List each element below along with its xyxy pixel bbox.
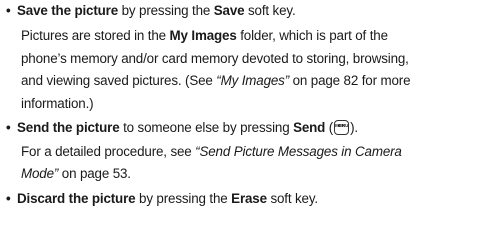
send-text-c: ). [350, 120, 358, 135]
save-text-a: by pressing the [118, 3, 214, 18]
save-detail-text: folder, which is part of the [236, 28, 388, 43]
my-images-folder-name: My Images [169, 28, 237, 43]
save-picture-lead: Save the picture [17, 3, 119, 18]
save-detail-text: on page 82 for more [289, 73, 411, 88]
discard-text-b: soft key. [266, 191, 318, 206]
save-detail-line-1: Pictures are stored in the My Images fol… [21, 28, 388, 44]
send-picture-messages-reference: “Send Picture Messages in Camera [195, 144, 402, 159]
send-detail-line-2: Mode” on page 53. [21, 166, 131, 182]
send-detail-text: For a detailed procedure, see [21, 144, 196, 159]
bullet-discard-picture: • Discard the picture by pressing the Era… [6, 191, 318, 207]
save-detail-text: Pictures are stored in the [21, 28, 170, 43]
save-text-b: soft key. [244, 3, 296, 18]
erase-key-label: Erase [231, 191, 267, 206]
send-picture-messages-reference-cont: Mode” [21, 166, 59, 181]
send-text-b: ( [325, 120, 334, 135]
bullet-mark: • [6, 191, 11, 206]
bullet-mark: • [6, 120, 11, 135]
discard-picture-lead: Discard the picture [17, 191, 136, 206]
send-picture-lead: Send the picture [17, 120, 120, 135]
menu-ok-key-bottom-label: OK [338, 123, 345, 128]
bullet-mark: • [6, 3, 11, 18]
bullet-send-picture: • Send the picture to someone else by pre… [6, 120, 358, 136]
send-key-label: Send [293, 120, 326, 135]
send-text-a: to someone else by pressing [119, 120, 294, 135]
save-detail-line-3: and viewing saved pictures. (See “My Ima… [21, 73, 411, 89]
save-detail-line-2: phone’s memory and/or card memory devote… [21, 51, 409, 66]
send-detail-text: on page 53. [58, 166, 131, 181]
menu-ok-key-icon: MENU OK [334, 120, 350, 135]
my-images-reference: “My Images” [216, 73, 290, 88]
save-key-label: Save [213, 3, 245, 18]
save-detail-text: and viewing saved pictures. (See [21, 73, 217, 88]
discard-text-a: by pressing the [135, 191, 232, 206]
bullet-save-picture: • Save the picture by pressing the Save s… [6, 3, 296, 19]
manual-page: • Save the picture by pressing the Save s… [0, 0, 484, 240]
send-detail-line-1: For a detailed procedure, see “Send Pict… [21, 144, 402, 160]
save-detail-line-4: information.) [21, 96, 94, 111]
